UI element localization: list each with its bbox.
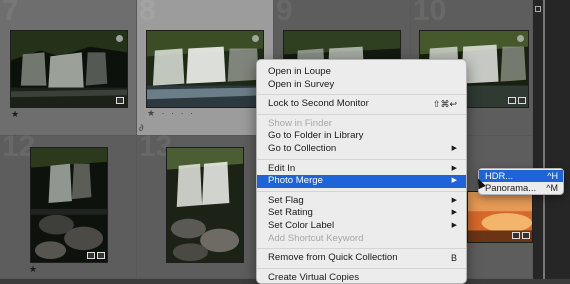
grid-cell-12[interactable]: 12 ★: [0, 132, 137, 279]
thumb-badge-dot: [116, 35, 123, 42]
cell-number: 10: [413, 0, 447, 27]
menu-item-label: Go to Folder in Library: [268, 130, 364, 142]
thumb-badge-dot: [517, 35, 524, 42]
cell-number: 7: [2, 0, 19, 27]
rating-stars[interactable]: ★ · · · ·: [147, 109, 195, 118]
grid-cell-13[interactable]: 13: [137, 132, 274, 279]
photo-merge-submenu: HDR... ^H Panorama... ^M: [478, 168, 564, 195]
menu-separator: [257, 267, 466, 269]
menu-item-open-in-survey[interactable]: Open in Survey: [257, 79, 466, 92]
grid-cell-7[interactable]: 7 ★: [0, 0, 137, 136]
submenu-arrow-icon: ▶: [451, 209, 457, 217]
submenu-item-hdr[interactable]: HDR... ^H: [479, 170, 563, 182]
photo-thumbnail-selected[interactable]: [146, 30, 264, 108]
shortcut-label: ⇧⌘↩: [432, 99, 457, 110]
thumb-badge-dot: [252, 35, 259, 42]
photo-thumbnail[interactable]: [30, 147, 108, 263]
menu-separator: [257, 190, 466, 192]
menu-item-label: Edit In: [268, 162, 296, 174]
thumb-badge-icon: [508, 97, 516, 104]
menu-item-open-in-loupe[interactable]: Open in Loupe: [257, 66, 466, 79]
menu-item-go-to-collection[interactable]: Go to Collection ▶: [257, 143, 466, 156]
menu-separator: [257, 94, 466, 96]
menu-item-lock-to-second-monitor[interactable]: Lock to Second Monitor ⇧⌘↩: [257, 98, 466, 111]
menu-item-add-shortcut-keyword: Add Shortcut Keyword: [257, 233, 466, 246]
shortcut-label: B: [450, 253, 457, 264]
menu-item-label: Create Virtual Copies: [268, 271, 360, 283]
thumb-badge-icon: [512, 232, 520, 239]
menu-item-set-color-label[interactable]: Set Color Label ▶: [257, 220, 466, 233]
menu-item-label: Set Color Label: [268, 219, 335, 231]
menu-item-label: Add Shortcut Keyword: [268, 232, 364, 244]
menu-item-label: Open in Loupe: [268, 66, 331, 77]
panel-square-icon: [535, 6, 541, 12]
rating-star-icon[interactable]: ★: [11, 110, 19, 119]
submenu-item-panorama[interactable]: Panorama... ^M: [479, 182, 563, 194]
submenu-arrow-icon: ▶: [451, 221, 457, 229]
right-panel-strip: [533, 0, 570, 279]
grid-cell-8[interactable]: 8 ★ · · · · ∂: [137, 0, 274, 136]
submenu-item-label: Panorama...: [485, 182, 537, 193]
submenu-arrow-icon: ▶: [451, 144, 457, 152]
menu-item-label: Lock to Second Monitor: [268, 98, 369, 110]
cell-number: 9: [276, 0, 293, 27]
menu-item-label: Go to Collection: [268, 142, 337, 154]
cell-number: 8: [139, 0, 156, 27]
scrollbar[interactable]: [543, 0, 545, 279]
menu-separator: [257, 248, 466, 250]
submenu-arrow-icon: ▶: [451, 177, 457, 185]
menu-item-edit-in[interactable]: Edit In ▶: [257, 163, 466, 176]
menu-item-label: Photo Merge: [268, 175, 323, 187]
thumb-badge-icon: [116, 97, 124, 104]
shortcut-label: ^M: [546, 183, 558, 193]
menu-item-go-to-folder-in-library[interactable]: Go to Folder in Library: [257, 130, 466, 143]
menu-item-show-in-finder: Show in Finder: [257, 118, 466, 131]
menu-item-label: Remove from Quick Collection: [268, 252, 398, 264]
thumb-badge-icon: [97, 252, 105, 259]
menu-item-create-virtual-copies[interactable]: Create Virtual Copies: [257, 272, 466, 284]
menu-separator: [257, 113, 466, 115]
photo-thumbnail[interactable]: [10, 30, 128, 108]
photo-thumbnail[interactable]: [467, 191, 533, 243]
thumb-badge-icon: [522, 232, 530, 239]
menu-item-label: Set Flag: [268, 194, 304, 206]
submenu-item-label: HDR...: [485, 170, 514, 181]
submenu-arrow-icon: ▶: [451, 196, 457, 204]
rating-star-icon[interactable]: ★: [29, 265, 37, 274]
menu-item-set-flag[interactable]: Set Flag ▶: [257, 195, 466, 208]
menu-item-photo-merge[interactable]: Photo Merge ▶: [257, 175, 466, 188]
menu-item-label: Open in Survey: [268, 78, 335, 90]
context-menu: Open in Loupe Open in Survey Lock to Sec…: [256, 59, 467, 284]
shortcut-label: ^H: [547, 171, 558, 181]
menu-item-set-rating[interactable]: Set Rating ▶: [257, 207, 466, 220]
menu-item-label: Set Rating: [268, 207, 313, 219]
menu-separator: [257, 158, 466, 160]
thumb-badge-icon: [87, 252, 95, 259]
submenu-arrow-icon: ▶: [451, 164, 457, 172]
thumb-badge-icon: [518, 97, 526, 104]
menu-item-remove-from-quick-collection[interactable]: Remove from Quick Collection B: [257, 252, 466, 265]
photo-thumbnail[interactable]: [166, 147, 244, 263]
menu-item-label: Show in Finder: [268, 117, 332, 129]
